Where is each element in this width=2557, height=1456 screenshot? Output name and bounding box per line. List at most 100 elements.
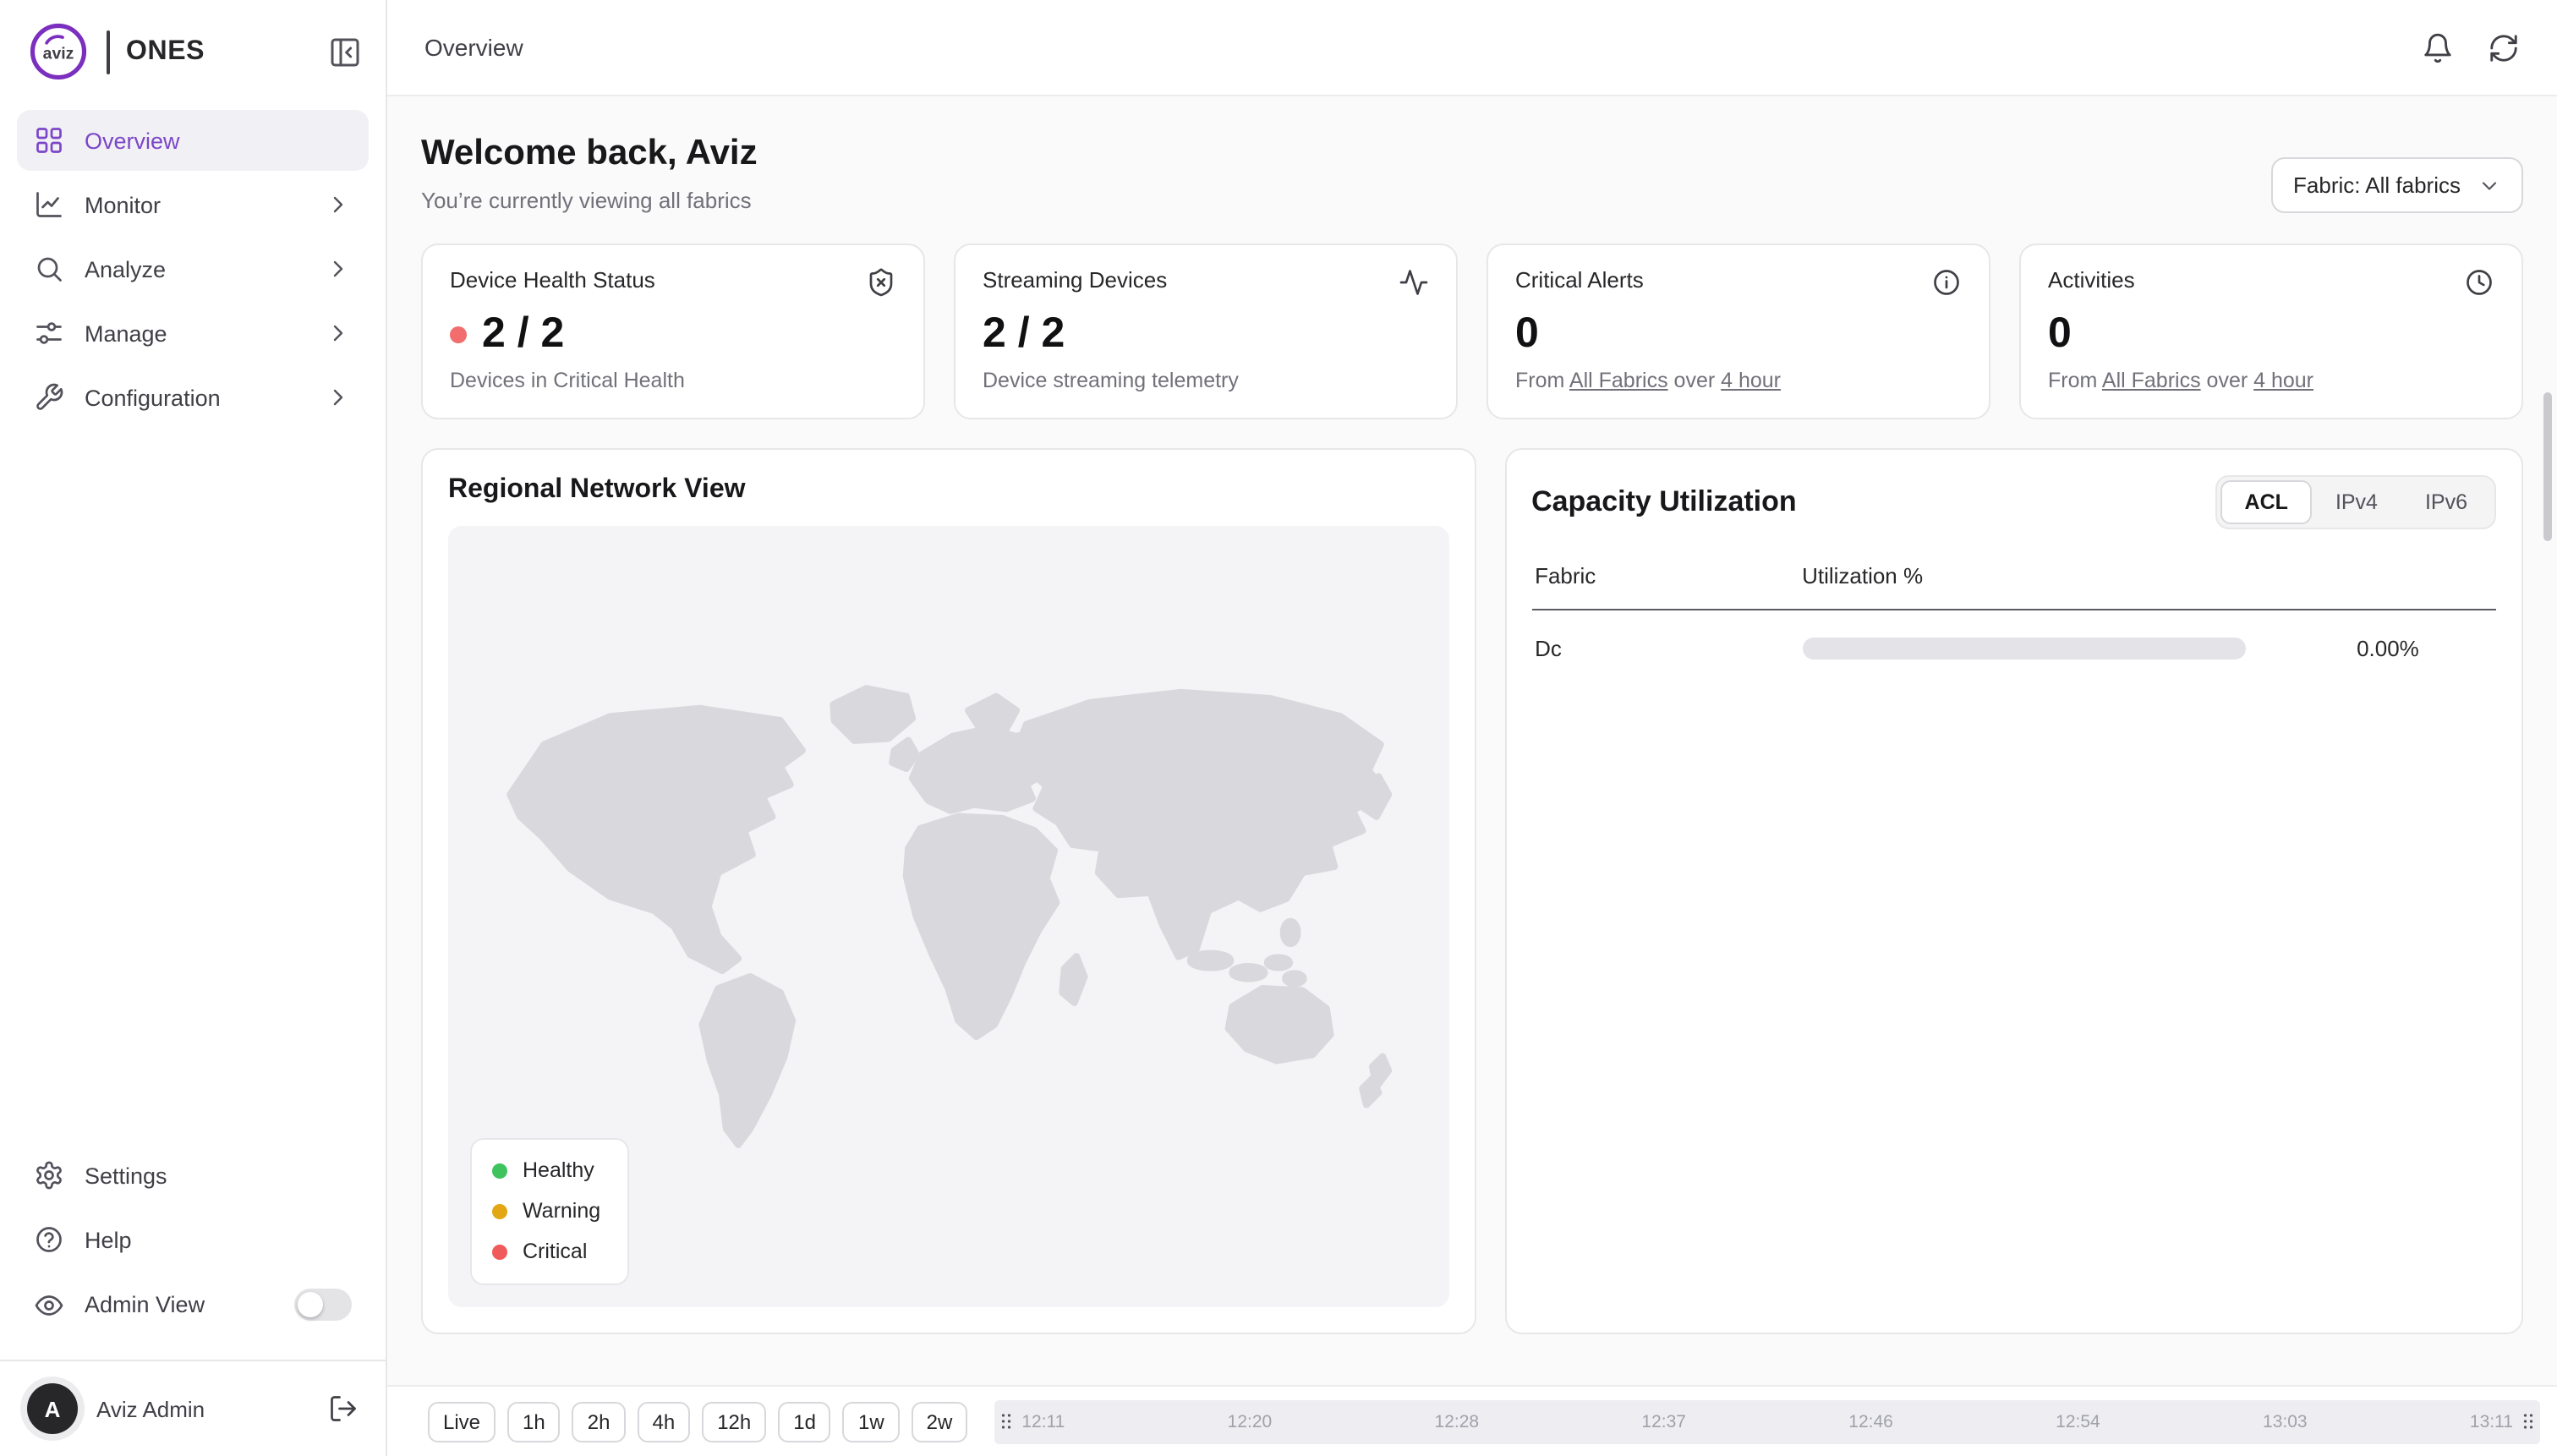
tab-ipv4[interactable]: IPv4 [2312, 480, 2401, 524]
panel-collapse-icon [328, 35, 362, 68]
sidebar-item-monitor[interactable]: Monitor [17, 174, 369, 235]
sidebar-item-manage[interactable]: Manage [17, 303, 369, 364]
refresh-button[interactable] [2488, 31, 2520, 63]
brand-name: ONES [126, 36, 205, 67]
map-legend: Healthy Warning Critical [470, 1138, 629, 1285]
stat-cards-row: Device Health Status 2 / 2 Devices in Cr… [421, 244, 2523, 419]
logout-button[interactable] [328, 1393, 359, 1424]
sidebar-item-overview[interactable]: Overview [17, 110, 369, 171]
timeline-tick: 12:11 [1021, 1411, 1065, 1431]
sidebar-item-analyze[interactable]: Analyze [17, 238, 369, 299]
capacity-table: Fabric Utilization % Dc 0.00% [1531, 563, 2496, 661]
sidebar-item-settings[interactable]: Settings [17, 1145, 369, 1206]
range-4h-button[interactable]: 4h [637, 1401, 690, 1442]
toggle-knob [298, 1292, 323, 1317]
fabric-selector[interactable]: Fabric: All fabrics [2271, 157, 2523, 213]
tab-ipv6[interactable]: IPv6 [2401, 480, 2491, 524]
stat-card-value: 0 [1515, 309, 1962, 359]
range-1h-button[interactable]: 1h [507, 1401, 561, 1442]
chevron-right-icon [325, 384, 352, 411]
4-hour-link[interactable]: 4 hour [1721, 369, 1781, 392]
page-subtitle: You’re currently viewing all fabrics [421, 188, 758, 213]
sidebar-item-label: Help [85, 1227, 132, 1252]
user-name: Aviz Admin [96, 1396, 205, 1421]
sidebar-item-label: Analyze [85, 256, 166, 282]
sidebar-footer: Settings Help Admin View A Aviz Admin [0, 1131, 386, 1456]
sidebar: aviz ONES Overview Monitor Analyze Manag… [0, 0, 387, 1456]
range-live-button[interactable]: Live [428, 1401, 496, 1442]
stat-card-subtitle: Device streaming telemetry [983, 369, 1429, 392]
logo-divider [107, 30, 109, 74]
svg-text:aviz: aviz [43, 44, 74, 63]
dashboard-icon [34, 125, 64, 156]
range-1d-button[interactable]: 1d [778, 1401, 831, 1442]
sidebar-item-label: Configuration [85, 385, 221, 410]
stat-card-subtitle: Devices in Critical Health [450, 369, 896, 392]
main-area: Overview Welcome back, Aviz You’re curre… [387, 0, 2557, 1456]
table-header: Fabric Utilization % [1531, 563, 2496, 610]
stat-card-value: 2 / 2 [450, 309, 896, 359]
stat-card-activities: Activities 0 From All Fabrics over 4 hou… [2019, 244, 2523, 419]
info-icon [1931, 267, 1962, 298]
notifications-button[interactable] [2422, 31, 2454, 63]
timeline-left-handle[interactable] [994, 1407, 1018, 1436]
all-fabrics-link[interactable]: All Fabrics [1569, 369, 1668, 392]
stat-card-title: Critical Alerts [1515, 267, 1644, 293]
sidebar-item-admin-view[interactable]: Admin View [17, 1273, 369, 1336]
column-header-utilization: Utilization % [1802, 563, 2496, 588]
range-buttons: Live 1h 2h 4h 12h 1d 1w 2w [428, 1401, 967, 1442]
all-fabrics-link[interactable]: All Fabrics [2102, 369, 2201, 392]
regional-network-panel: Regional Network View [421, 448, 1476, 1334]
sidebar-item-configuration[interactable]: Configuration [17, 367, 369, 428]
stat-card-subtitle: From All Fabrics over 4 hour [2048, 369, 2494, 392]
monitor-icon [34, 189, 64, 220]
legend-dot [492, 1244, 507, 1259]
topbar: Overview [387, 0, 2557, 96]
range-1w-button[interactable]: 1w [843, 1401, 900, 1442]
sidebar-item-label: Overview [85, 128, 180, 153]
range-2h-button[interactable]: 2h [572, 1401, 626, 1442]
stat-card-title: Streaming Devices [983, 267, 1167, 293]
time-range-bar: Live1h2h4h12h1d1w2w 12:1112:2012:2812:37… [387, 1385, 2557, 1456]
sliders-icon [34, 318, 64, 348]
stat-card-title: Activities [2048, 267, 2135, 293]
search-icon [34, 254, 64, 284]
sidebar-item-label: Admin View [85, 1292, 205, 1317]
timeline-right-handle[interactable] [2516, 1407, 2540, 1436]
timeline-tick: 12:54 [2056, 1411, 2100, 1431]
timeline-slider[interactable]: 12:1112:2012:2812:3712:4612:5413:0313:11 [994, 1399, 2540, 1443]
vertical-scrollbar[interactable] [2543, 392, 2552, 541]
stat-card-value: 2 / 2 [983, 309, 1429, 359]
legend-item-warning: Warning [492, 1199, 600, 1223]
chevron-right-icon [325, 320, 352, 347]
admin-view-toggle[interactable] [294, 1289, 352, 1321]
timeline-tick: 12:20 [1228, 1411, 1273, 1431]
help-icon [34, 1224, 64, 1255]
collapse-sidebar-button[interactable] [328, 35, 362, 68]
sidebar-item-label: Manage [85, 320, 167, 346]
range-12h-button[interactable]: 12h [702, 1401, 766, 1442]
stat-card-title: Device Health Status [450, 267, 655, 293]
eye-icon [34, 1289, 64, 1320]
timeline-ticks: 12:1112:2012:2812:3712:4612:5413:0313:11 [1018, 1411, 2516, 1431]
map-area: Healthy Warning Critical [448, 526, 1448, 1307]
topbar-actions [2422, 31, 2520, 63]
clock-icon [2464, 267, 2494, 298]
stat-card-subtitle: From All Fabrics over 4 hour [1515, 369, 1962, 392]
utilization-bar [1802, 638, 2245, 660]
refresh-icon [2488, 31, 2520, 63]
stat-card-critical-alerts: Critical Alerts 0 From All Fabrics over … [1487, 244, 1990, 419]
gear-icon [34, 1160, 64, 1191]
tab-acl[interactable]: ACL [2221, 480, 2312, 524]
page-title: Welcome back, Aviz [421, 134, 758, 174]
stat-card-value: 0 [2048, 309, 2494, 359]
4-hour-link[interactable]: 4 hour [2253, 369, 2313, 392]
range-2w-button[interactable]: 2w [912, 1401, 968, 1442]
status-dot [450, 326, 467, 342]
sidebar-item-label: Monitor [85, 192, 161, 217]
chevron-down-icon [2478, 173, 2501, 197]
timeline-tick: 13:11 [2470, 1411, 2513, 1431]
legend-item-critical: Critical [492, 1240, 600, 1263]
sidebar-item-help[interactable]: Help [17, 1209, 369, 1270]
shield-x-icon [866, 267, 896, 298]
